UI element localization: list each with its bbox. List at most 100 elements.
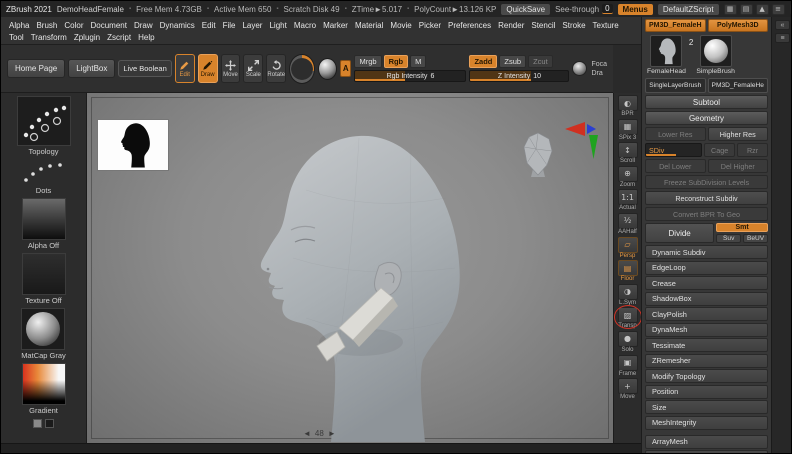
draw-button[interactable]: Draw [197,54,218,83]
menu-item[interactable]: Dynamics [159,21,196,30]
del-higher-button[interactable]: Del Higher [707,159,768,173]
shelf-item[interactable]: ⊕ Zoom [617,165,638,189]
lightbox-button[interactable]: LightBox [68,59,116,78]
subsection-header[interactable]: Modify Topology [645,369,768,383]
actual-icon[interactable]: 1:1 [617,189,638,206]
subsection-header[interactable]: Position [645,384,768,399]
default-zscript-button[interactable]: DefaultZScript [657,3,719,15]
menu-item[interactable]: Material [354,21,384,30]
move-button[interactable]: Move [220,54,241,83]
subsection-header[interactable]: ShadowBox [645,291,768,306]
single-layer-brush-button[interactable]: SingleLayerBrush [645,78,706,93]
menu-item[interactable]: Color [63,21,84,30]
transp-icon[interactable]: ▨ [617,307,638,324]
brush-tool-thumbnail[interactable]: SimpleBrush [696,35,735,75]
main-color-swatch[interactable] [33,419,42,428]
menu-item[interactable]: Edit [201,21,217,30]
subsection-header[interactable]: DynaMesh [645,322,768,337]
del-lower-button[interactable]: Del Lower [645,159,706,173]
rzr-button[interactable]: Rzr [737,143,768,157]
recent-tool-button-2[interactable]: PolyMesh3D [707,19,768,32]
palette-section-header[interactable]: ArrayMesh [645,434,768,449]
z-intensity-slider[interactable]: Z Intensity 10 [469,70,570,82]
color-picker[interactable]: Gradient [21,363,66,415]
panel-divider-strip[interactable]: « ≡ [771,17,791,453]
color-gradient-picker[interactable] [21,363,66,405]
shelf-item[interactable]: ½ AAHalf [617,212,638,236]
shelf-item[interactable]: ▣ Frame [617,354,638,378]
menu-item[interactable]: Zplugin [73,33,101,42]
beuv-toggle[interactable]: BeUV [743,234,769,243]
menu-item[interactable]: Alpha [8,21,30,30]
brush-selector[interactable]: Topology [16,96,71,156]
higher-res-button[interactable]: Higher Res [707,127,768,141]
rgb-intensity-slider[interactable]: Rgb Intensity 6 [354,70,467,82]
scale-button[interactable]: Scale [243,54,264,83]
home-page-button[interactable]: Home Page [7,59,66,78]
grid-icon[interactable]: ▦ [723,3,737,15]
shelf-item[interactable]: ↕ Scroll [617,142,638,165]
shelf-item[interactable]: + Move [617,378,638,401]
persp-icon[interactable]: ▱ [617,236,638,253]
see-through-control[interactable]: See-through 0 [555,4,613,14]
zcut-button[interactable]: Zcut [528,55,553,68]
material-thumbnail[interactable] [21,308,66,350]
lsym-icon[interactable]: ◑ [617,283,638,300]
current-material-icon[interactable] [318,57,338,80]
subsection-header[interactable]: ZRemesher [645,353,768,368]
shelf-item[interactable]: 1:1 Actual [617,189,638,212]
document-canvas[interactable]: ◄ 48 ► [87,93,613,443]
current-brush-icon[interactable] [289,53,316,84]
zoom-icon[interactable]: ⊕ [617,165,638,182]
menu-item[interactable]: Picker [418,21,442,30]
menu-item[interactable]: Stroke [561,21,586,30]
menu-item[interactable]: Light [268,21,287,30]
shelf-item[interactable]: ◐ BPR [617,95,638,118]
menu-item[interactable]: File [222,21,237,30]
expand-icon[interactable]: ▲ [755,3,769,15]
edit-button[interactable]: Edit [174,54,195,83]
subsection-header[interactable]: MeshIntegrity [645,415,768,430]
prev-frame-arrow[interactable]: ◄ [303,429,311,438]
shelf-item[interactable]: ◑ L.Sym [617,283,638,307]
spix-icon[interactable]: ▦ [617,118,638,135]
divider-handle-icon[interactable]: ≡ [775,33,790,43]
subsection-header[interactable]: Dynamic Subdiv [645,245,768,259]
convert-bpr-button[interactable]: Convert BPR To Geo [645,207,768,221]
menu-item[interactable]: Layer [241,21,263,30]
divide-button[interactable]: Divide [645,223,715,243]
quicksave-button[interactable]: QuickSave [501,3,551,15]
stroke-selector[interactable]: Dots [21,159,67,195]
shelf-item[interactable]: ▱ Persp [617,236,638,260]
collapse-panel-icon[interactable]: « [775,20,790,30]
texture-selector[interactable]: Texture Off [21,253,66,305]
lower-res-button[interactable]: Lower Res [645,127,706,141]
shelf-item[interactable]: ▤ Floor [617,260,638,283]
menu-icon[interactable]: ≡ [771,3,785,15]
zsub-button[interactable]: Zsub [499,55,527,68]
menu-item[interactable]: Texture [592,21,620,30]
menu-item[interactable]: Stencil [530,21,556,30]
axis-orientation-gizmo[interactable] [565,121,601,161]
texture-thumbnail[interactable] [21,253,66,295]
recent-tool-button-1[interactable]: PM3D_FemaleH [645,19,706,32]
smt-toggle[interactable]: Smt [716,223,768,232]
rgb-button[interactable]: Rgb [383,55,409,68]
menu-item[interactable]: Brush [35,21,58,30]
subsection-header[interactable]: Tessimate [645,338,768,352]
active-tool-thumbnail[interactable]: FemaleHead [647,35,686,75]
menu-item[interactable]: Movie [389,21,412,30]
secondary-color-swatch[interactable] [45,419,54,428]
m-button[interactable]: M [410,55,427,68]
subsection-header[interactable]: Size [645,400,768,414]
pm3d-femalehead-button[interactable]: PM3D_FemaleHe [707,78,768,93]
live-boolean-button[interactable]: Live Boolean [118,60,172,77]
dock-icon[interactable]: ▤ [739,3,753,15]
current-color-swatch[interactable]: A [340,60,352,77]
mrgb-button[interactable]: Mrgb [354,55,382,68]
reconstruct-subdiv-button[interactable]: Reconstruct Subdiv [645,191,768,205]
suv-toggle[interactable]: Suv [716,234,742,243]
subsection-header[interactable]: EdgeLoop [645,260,768,275]
menu-item[interactable]: Marker [322,21,349,30]
brush-thumbnail[interactable] [16,96,71,146]
